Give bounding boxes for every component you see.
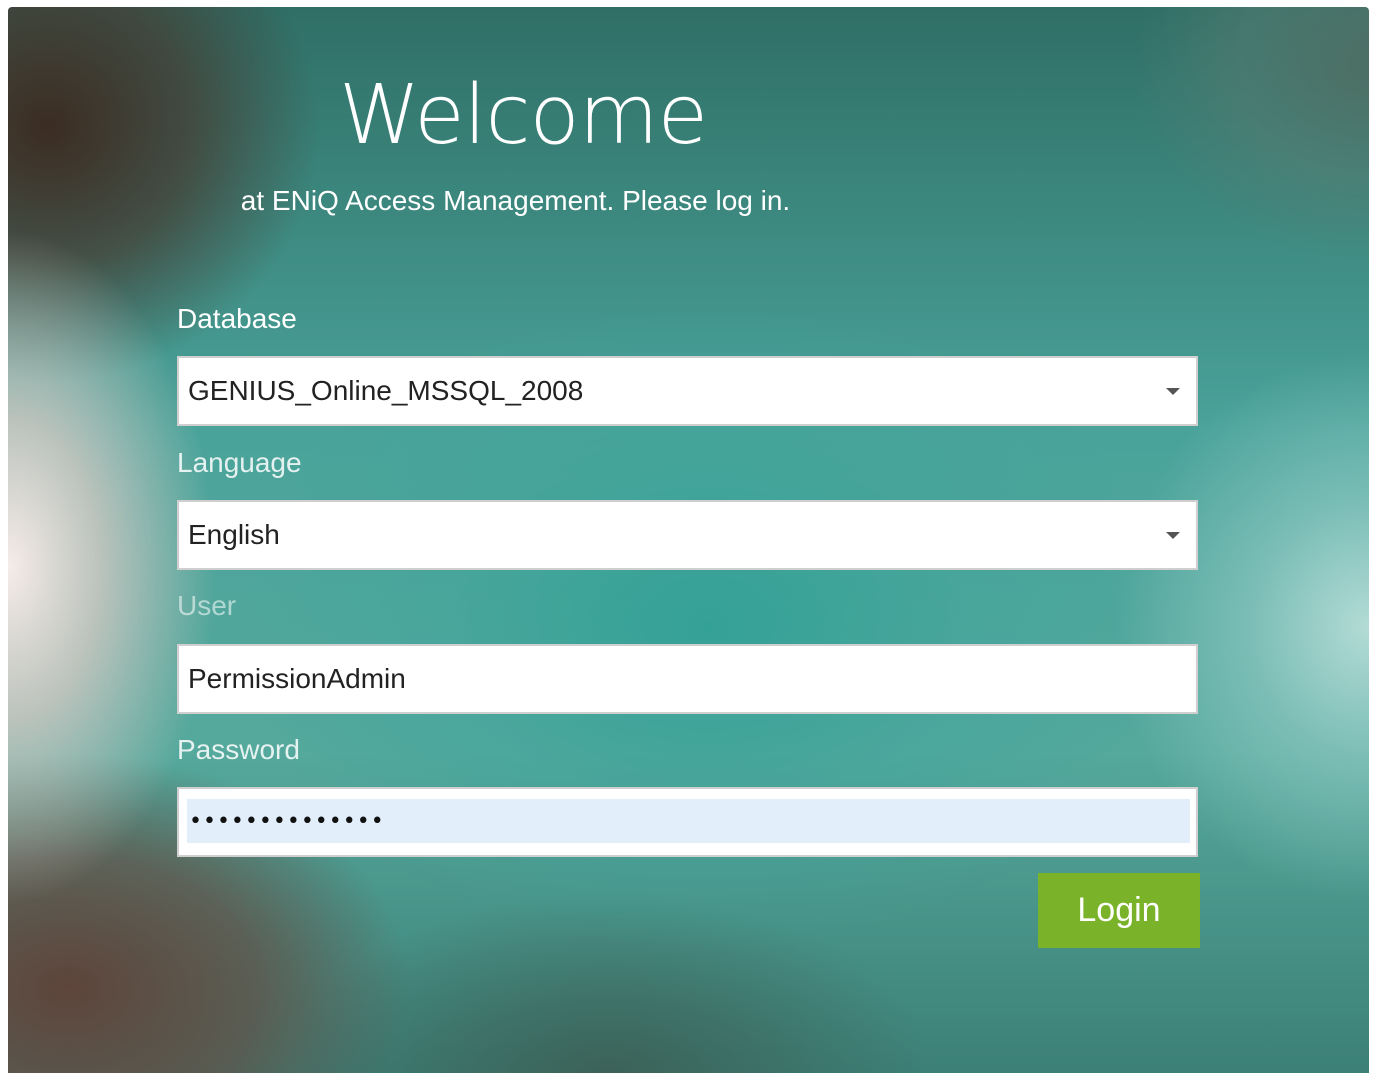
login-button[interactable]: Login — [1038, 873, 1200, 948]
database-select[interactable]: GENIUS_Online_MSSQL_2008 — [177, 356, 1198, 426]
password-label: Password — [177, 734, 300, 765]
login-window: Welcome at ENiQ Access Management. Pleas… — [8, 7, 1369, 1073]
database-select-value: GENIUS_Online_MSSQL_2008 — [188, 375, 584, 406]
user-input-value: PermissionAdmin — [188, 663, 406, 694]
chevron-down-icon[interactable] — [1166, 532, 1180, 539]
password-input-value: •••••••••••••• — [189, 809, 385, 834]
language-select[interactable]: English — [177, 500, 1198, 570]
chevron-down-icon[interactable] — [1166, 388, 1180, 395]
language-select-value: English — [188, 519, 280, 550]
user-input[interactable]: PermissionAdmin — [177, 644, 1198, 714]
welcome-title: Welcome — [338, 68, 708, 163]
welcome-subtitle: at ENiQ Access Management. Please log in… — [240, 185, 791, 216]
password-input[interactable]: •••••••••••••• — [177, 787, 1198, 857]
database-label: Database — [177, 303, 297, 334]
user-label: User — [177, 590, 237, 621]
language-label: Language — [177, 447, 302, 478]
